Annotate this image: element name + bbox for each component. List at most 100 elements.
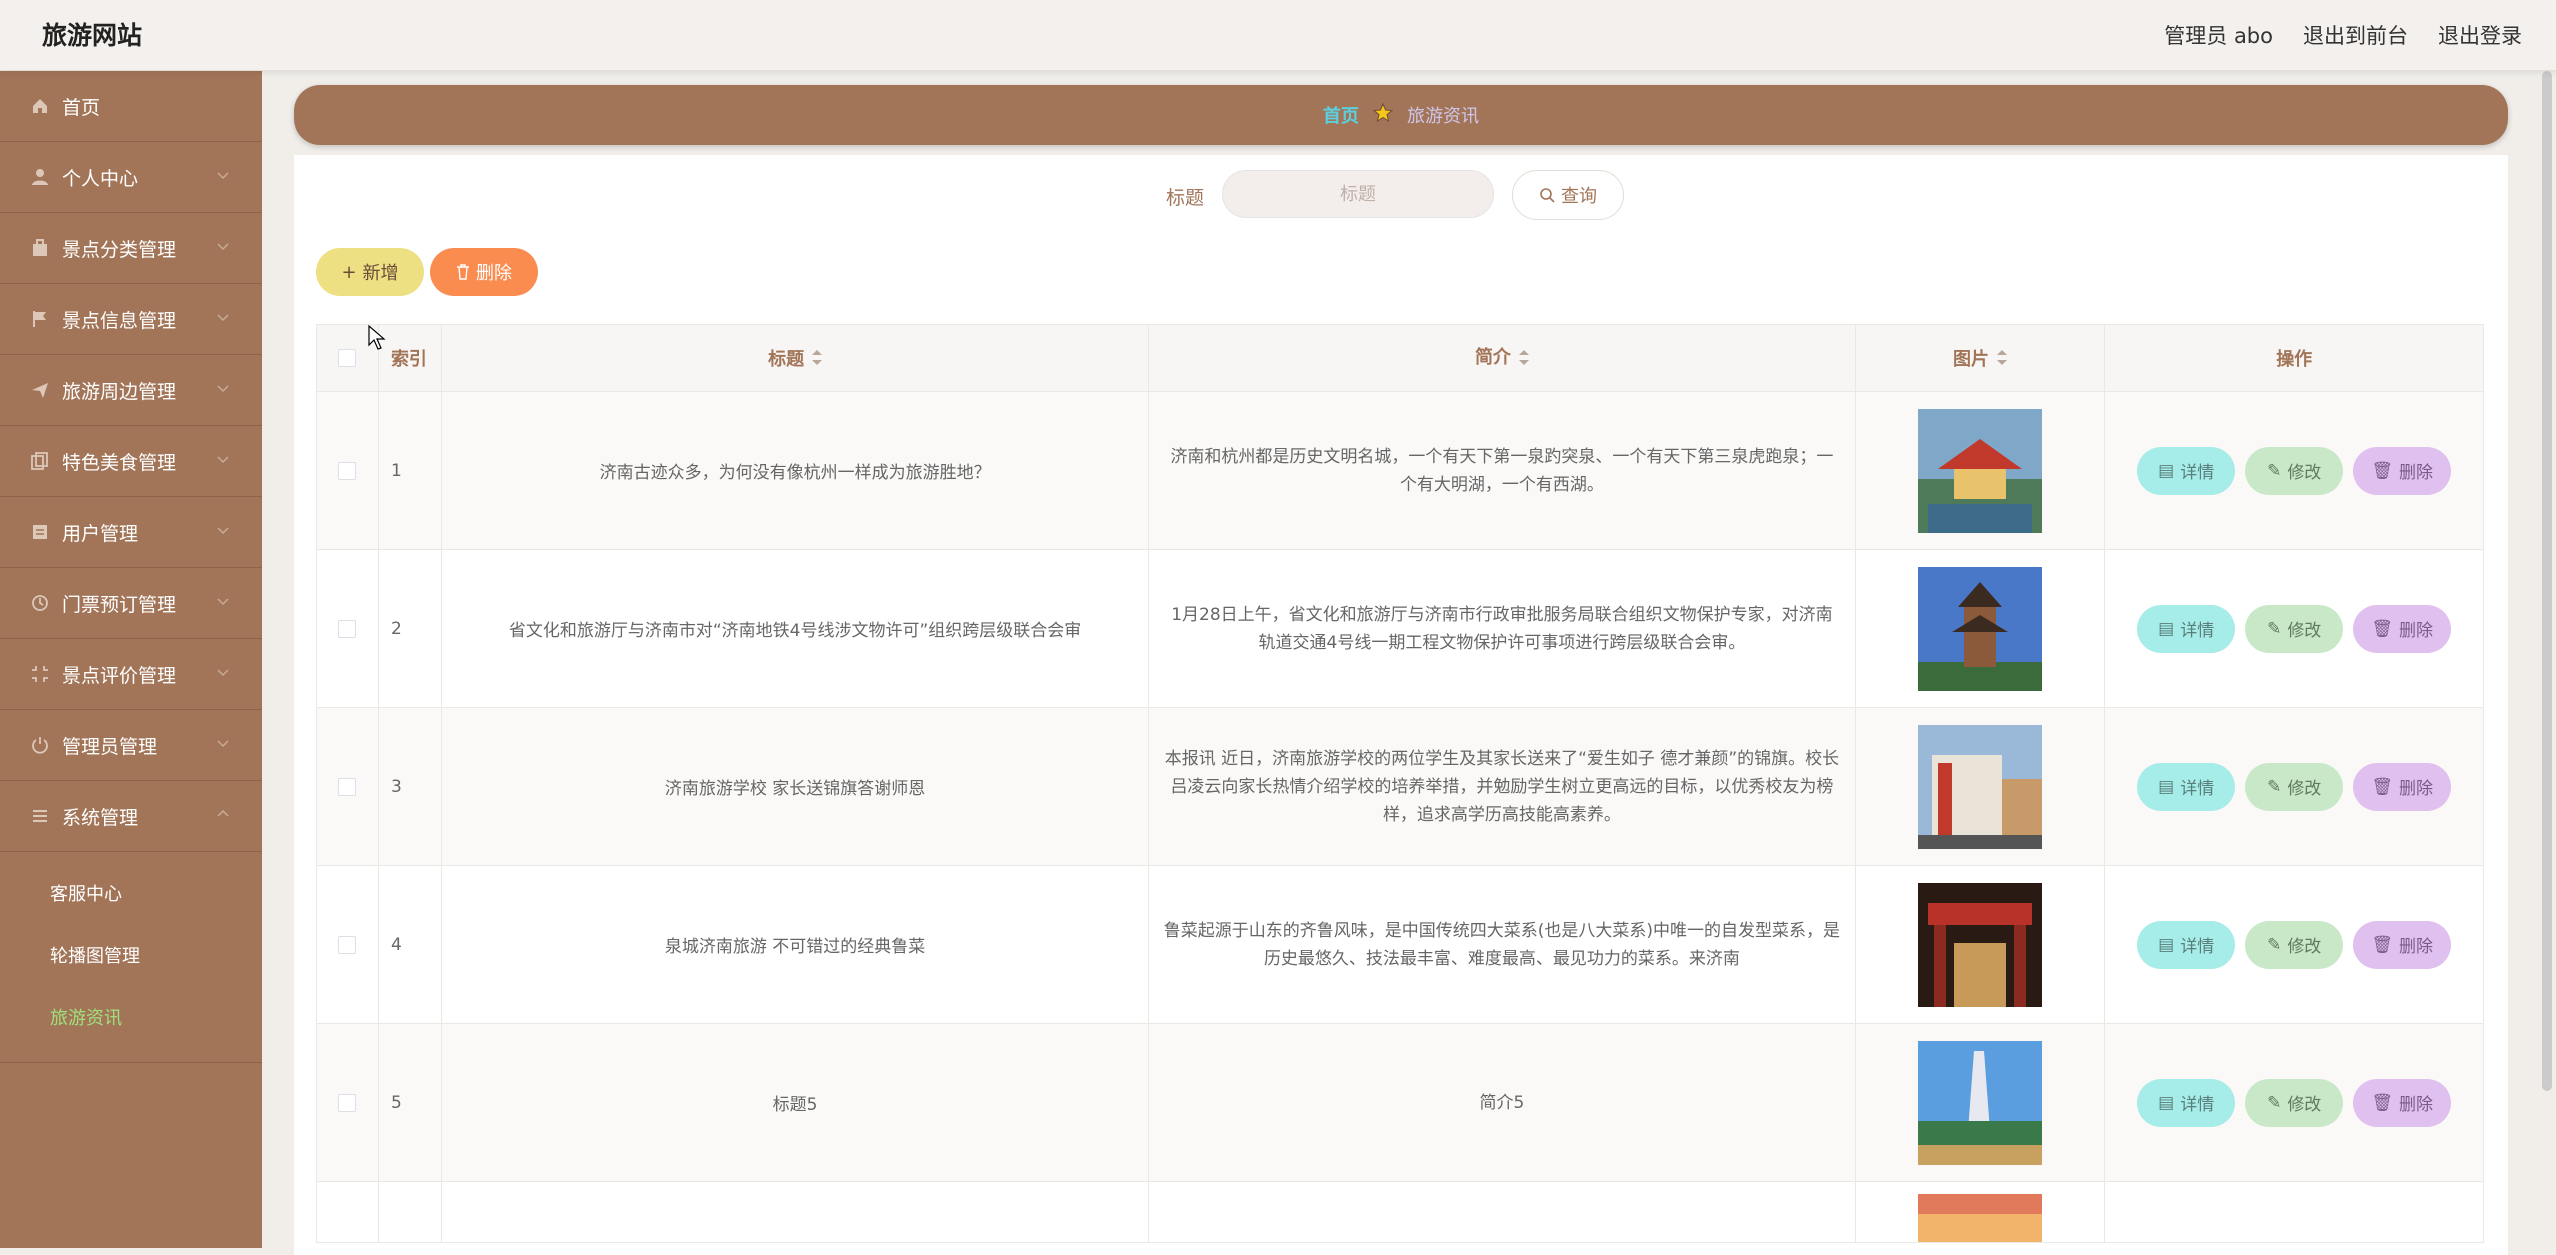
detail-button[interactable]: ▤ 详情 <box>2137 1078 2236 1127</box>
edit-label: 修改 <box>2287 779 2322 799</box>
edit-button[interactable]: ✎ 修改 <box>2245 604 2344 653</box>
sidebar-item-label: 系统管理 <box>62 806 139 829</box>
sidebar-item-spot-info[interactable]: 景点信息管理 <box>0 284 262 355</box>
row-checkbox-cell <box>317 708 379 865</box>
row-checkbox[interactable] <box>338 777 357 796</box>
delete-label: 删除 <box>2398 779 2433 799</box>
row-actions: ▤ 详情 ✎ 修改 🗑 删除 <box>2105 1024 2483 1181</box>
row-checkbox[interactable] <box>338 935 357 954</box>
trash-icon: 🗑 <box>2371 776 2393 797</box>
search-button-label: 查询 <box>1561 186 1597 207</box>
row-actions: ▤ 详情 ✎ 修改 🗑 删除 <box>2105 866 2483 1023</box>
detail-label: 详情 <box>2180 937 2215 957</box>
edit-button[interactable]: ✎ 修改 <box>2245 446 2344 495</box>
edit-button[interactable]: ✎ 修改 <box>2245 762 2344 811</box>
row-index: 1 <box>379 392 442 549</box>
logout-link[interactable]: 退出登录 <box>2438 20 2522 50</box>
document-icon: ▤ <box>2158 1092 2175 1113</box>
table-row: 5 标题5 简介5 ▤ 详情 ✎ 修改 🗑 删除 <box>316 1024 2484 1182</box>
trash-icon <box>457 264 469 280</box>
row-checkbox[interactable] <box>338 461 357 480</box>
sidebar-item-label: 旅游周边管理 <box>62 380 177 403</box>
pencil-icon: ✎ <box>2267 1092 2282 1113</box>
add-button[interactable]: + 新增 <box>316 248 424 296</box>
detail-button[interactable]: ▤ 详情 <box>2137 762 2236 811</box>
row-image-cell <box>1856 550 2106 707</box>
row-checkbox[interactable] <box>338 1093 357 1112</box>
sunset-thumbnail[interactable] <box>1917 1194 2042 1242</box>
clock-icon <box>30 593 50 613</box>
detail-button[interactable]: ▤ 详情 <box>2137 604 2236 653</box>
sidebar-subitem-carousel[interactable]: 轮播图管理 <box>0 924 262 986</box>
bag-icon <box>30 238 50 258</box>
search-input[interactable] <box>1222 170 1494 218</box>
table-row: 3 济南旅游学校 家长送锦旗答谢师恩 本报讯 近日，济南旅游学校的两位学生及其家… <box>316 708 2484 866</box>
pencil-icon: ✎ <box>2267 460 2282 481</box>
edit-button[interactable]: ✎ 修改 <box>2245 1078 2344 1127</box>
row-title-cell <box>442 1182 1150 1242</box>
page-scrollbar[interactable] <box>2542 71 2552 1091</box>
chevron-down-icon <box>217 527 229 535</box>
sidebar-item-reviews[interactable]: 景点评价管理 <box>0 639 262 710</box>
delete-button[interactable]: 🗑 删除 <box>2353 604 2452 653</box>
trash-icon: 🗑 <box>2371 618 2393 639</box>
batch-delete-button[interactable]: 删除 <box>430 248 538 296</box>
coastal-resort-thumbnail[interactable] <box>1917 1040 2042 1165</box>
mouse-cursor-icon <box>368 325 386 350</box>
search-button[interactable]: 查询 <box>1512 170 1624 220</box>
delete-button[interactable]: 🗑 删除 <box>2353 446 2452 495</box>
street-gate-thumbnail[interactable] <box>1917 882 2042 1007</box>
row-title: 济南古迹众多，为何没有像杭州一样成为旅游胜地？ <box>442 392 1150 549</box>
delete-button[interactable]: 🗑 删除 <box>2353 920 2452 969</box>
header-title[interactable]: 标题 <box>442 325 1150 391</box>
row-title: 标题5 <box>442 1024 1150 1181</box>
sort-icon[interactable] <box>812 350 823 366</box>
sidebar-item-label: 景点分类管理 <box>62 238 177 261</box>
sidebar-item-users[interactable]: 用户管理 <box>0 497 262 568</box>
star-icon <box>1372 102 1394 128</box>
row-intro: 简介5 <box>1149 1024 1856 1181</box>
breadcrumb: 首页 旅游资讯 <box>294 85 2508 145</box>
sort-icon[interactable] <box>1996 350 2007 366</box>
edit-label: 修改 <box>2287 463 2322 483</box>
row-actions: ▤ 详情 ✎ 修改 🗑 删除 <box>2105 550 2483 707</box>
row-image-cell <box>1856 1182 2106 1242</box>
chevron-down-icon <box>217 314 229 322</box>
sidebar-subitem-travel-news[interactable]: 旅游资讯 <box>0 986 262 1048</box>
header-title-label: 标题 <box>768 349 805 370</box>
admin-user-label[interactable]: 管理员 abo <box>2164 20 2273 50</box>
select-all-checkbox[interactable] <box>338 349 357 367</box>
delete-button[interactable]: 🗑 删除 <box>2353 762 2452 811</box>
header-intro[interactable]: 简介 <box>1149 325 1856 391</box>
sidebar-item-admins[interactable]: 管理员管理 <box>0 710 262 781</box>
sidebar-item-tickets[interactable]: 门票预订管理 <box>0 568 262 639</box>
sort-icon[interactable] <box>1518 350 1529 366</box>
top-bar: 旅游网站 管理员 abo 退出到前台 退出登录 <box>0 0 2556 71</box>
sidebar-item-food[interactable]: 特色美食管理 <box>0 426 262 497</box>
tower-thumbnail[interactable] <box>1917 566 2042 691</box>
sidebar-item-system[interactable]: 系统管理 <box>0 781 262 852</box>
header-image[interactable]: 图片 <box>1856 325 2106 391</box>
exit-to-front-link[interactable]: 退出到前台 <box>2303 20 2408 50</box>
sidebar-item-category[interactable]: 景点分类管理 <box>0 213 262 284</box>
row-checkbox[interactable] <box>338 619 357 638</box>
building-thumbnail[interactable] <box>1917 724 2042 849</box>
sidebar-item-home[interactable]: 首页 <box>0 71 262 142</box>
header-intro-label: 简介 <box>1474 347 1511 368</box>
list-icon <box>30 522 50 542</box>
detail-button[interactable]: ▤ 详情 <box>2137 920 2236 969</box>
delete-button[interactable]: 🗑 删除 <box>2353 1078 2452 1127</box>
chevron-down-icon <box>217 669 229 677</box>
sidebar-item-label: 景点信息管理 <box>62 309 177 332</box>
user-icon <box>30 167 50 187</box>
sidebar-item-nearby[interactable]: 旅游周边管理 <box>0 355 262 426</box>
edit-button[interactable]: ✎ 修改 <box>2245 920 2344 969</box>
news-table: 索引 标题 简介 图片 操作 1 济南古迹众多，为何没有像杭州一样成为旅游胜地？… <box>316 324 2484 1243</box>
detail-button[interactable]: ▤ 详情 <box>2137 446 2236 495</box>
sidebar-item-personal-center[interactable]: 个人中心 <box>0 142 262 213</box>
breadcrumb-home[interactable]: 首页 <box>1323 102 1359 128</box>
pavilion-thumbnail[interactable] <box>1917 408 2042 533</box>
row-image-cell <box>1856 708 2106 865</box>
delete-label: 删除 <box>2398 621 2433 641</box>
sidebar-subitem-customer-service[interactable]: 客服中心 <box>0 862 262 924</box>
